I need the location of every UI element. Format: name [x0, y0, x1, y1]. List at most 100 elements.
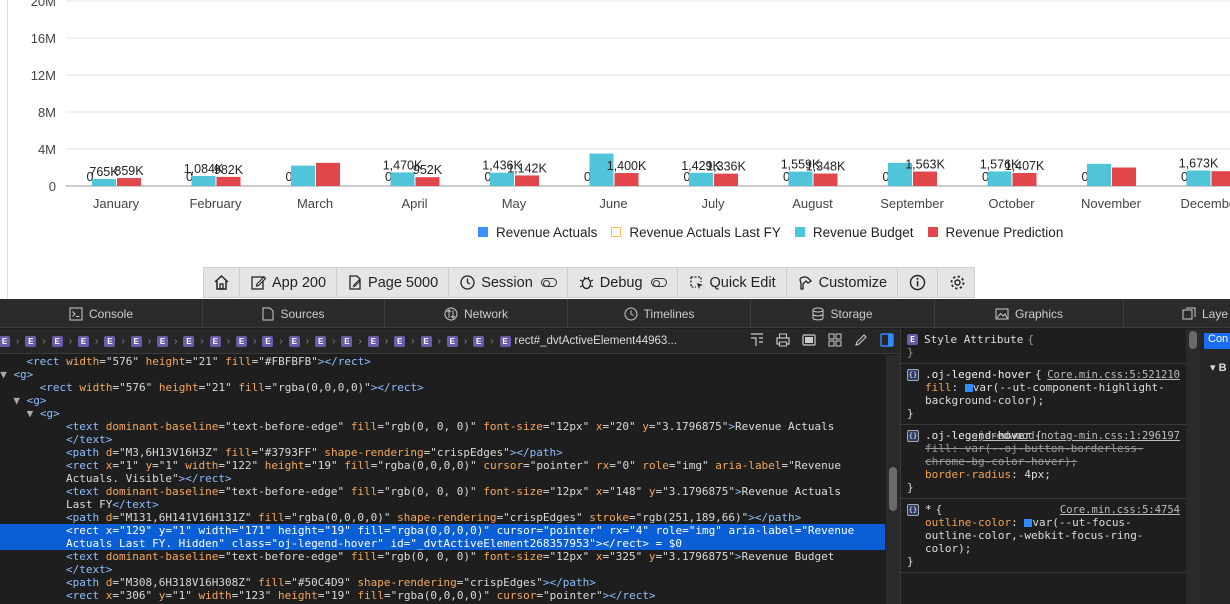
breadcrumb-element-icon[interactable]: E [78, 335, 90, 347]
computed-panel: Con ▾ B [1200, 329, 1230, 604]
print-icon[interactable] [776, 333, 790, 347]
home-button[interactable] [204, 268, 240, 297]
dom-node[interactable]: ▼ <g> [0, 394, 885, 407]
pencil-icon[interactable] [854, 333, 868, 347]
breadcrumb-element-icon[interactable]: E [130, 335, 142, 347]
dom-node[interactable]: <rect x="1" y="1" width="122" height="19… [0, 459, 885, 472]
brace-open: { [1027, 333, 1034, 346]
breadcrumb-element-icon[interactable]: E [25, 335, 37, 347]
page-button[interactable]: Page 5000 [337, 268, 450, 297]
debug-button[interactable]: Debug [568, 268, 678, 297]
dom-node[interactable]: Actuals. Visible"></rect> [0, 472, 885, 485]
scrollbar-thumb[interactable] [889, 467, 897, 511]
dom-node[interactable]: <path d="M308,6H318V16H308Z" fill="#50C4… [0, 576, 885, 589]
info-button[interactable] [898, 268, 939, 297]
app-button[interactable]: App 200 [240, 268, 338, 297]
dom-tree-scrollbar[interactable] [886, 355, 900, 604]
session-button[interactable]: Session [449, 268, 568, 297]
styles-scrollbar[interactable] [1186, 329, 1200, 604]
bar-revenue-prediction [1012, 172, 1037, 186]
dom-node[interactable]: <rect width="576" height="21" fill="rgba… [0, 381, 885, 394]
bar-revenue-budget [689, 172, 713, 186]
dom-node[interactable]: <text dominant-baseline="text-before-edg… [0, 485, 885, 498]
dom-node[interactable]: <rect width="576" height="21" fill="#FBF… [0, 355, 885, 368]
bar-revenue-prediction [216, 176, 241, 186]
data-label: 1,142K [507, 161, 547, 175]
rule-source-link[interactable]: oj-redwood-notag-min.css:1:296197 [971, 430, 1180, 442]
breadcrumb-element-icon[interactable]: E [367, 335, 379, 347]
tab-timelines[interactable]: Timelines [568, 299, 751, 328]
breadcrumb-element-icon[interactable]: E [157, 335, 169, 347]
data-label: 1,400K [607, 159, 647, 173]
disclosure-triangle-icon[interactable]: ▼ [27, 407, 40, 420]
css-property[interactable]: border-radius: 4px; [907, 468, 1180, 481]
dom-node-selected[interactable]: Actuals Last FY. Hidden" class="oj-legen… [0, 537, 885, 550]
rule-source-link[interactable]: Core.min.css:5:4754 [1060, 504, 1180, 516]
dom-node[interactable]: <text dominant-baseline="text-before-edg… [0, 420, 885, 433]
dom-node[interactable]: <path d="M3,6H13V16H3Z" fill="#3793FF" s… [0, 446, 885, 459]
css-property-overridden[interactable]: fill: var(--oj-button-borderless-chrome-… [907, 442, 1180, 468]
quick-edit-button[interactable]: Quick Edit [678, 268, 787, 297]
box-model-letter: B [1218, 362, 1227, 374]
breadcrumb-current[interactable]: rect#_dvtActiveElement44963... [515, 335, 677, 347]
dom-node[interactable]: Last FY</text> [0, 498, 885, 511]
legend-item-revenue-prediction[interactable]: Revenue Prediction [927, 222, 1063, 242]
breadcrumb-element-icon[interactable]: E [394, 335, 406, 347]
settings-button[interactable] [938, 268, 977, 297]
rule-source-link[interactable]: Core.min.css:5:521210 [1047, 369, 1180, 381]
legend-item-revenue-budget[interactable]: Revenue Budget [794, 222, 914, 242]
dom-node[interactable]: ▼ <g> [0, 368, 885, 381]
disclosure-triangle-icon[interactable]: ▼ [0, 368, 13, 381]
dom-node[interactable]: ▼ <g> [0, 407, 885, 420]
tab-layers[interactable]: Laye [1124, 299, 1230, 328]
brace-close: } [907, 555, 914, 568]
tab-console[interactable]: Console [0, 299, 203, 328]
dom-node[interactable]: <text dominant-baseline="text-before-edg… [0, 550, 885, 563]
css-property[interactable]: outline-color: var(--ut-focus-outline-co… [907, 516, 1180, 555]
tab-storage[interactable]: Storage [751, 299, 935, 328]
breadcrumb-element-icon[interactable]: E [420, 335, 432, 347]
property-name: border-radius [925, 468, 1012, 481]
breadcrumb-element-icon[interactable]: E [51, 335, 63, 347]
disclosure-triangle-icon[interactable]: ▼ [13, 394, 26, 407]
breadcrumb-element-icon[interactable]: E [446, 335, 458, 347]
style-attribute-rule[interactable]: E Style Attribute{ } [901, 329, 1186, 364]
debug-label: Debug [599, 274, 643, 291]
dom-node[interactable]: </text> [0, 433, 885, 446]
breadcrumb-element-icon[interactable]: E [315, 335, 327, 347]
box-model-label[interactable]: ▾ B [1210, 361, 1227, 374]
breadcrumb-element-icon[interactable]: E [473, 335, 485, 347]
breadcrumb-element-icon[interactable]: E [288, 335, 300, 347]
dom-node[interactable]: <path d="M131,6H141V16H131Z" fill="rgba(… [0, 511, 885, 524]
dom-node[interactable]: <rect x="306" y="1" width="123" height="… [0, 589, 885, 602]
breadcrumb-element-icon[interactable]: E [209, 335, 221, 347]
breadcrumb-element-icon[interactable]: E [104, 335, 116, 347]
tab-network[interactable]: Network [385, 299, 568, 328]
breadcrumb-element-icon[interactable]: E [341, 335, 353, 347]
computed-tab-button[interactable]: Con [1204, 333, 1230, 349]
legend-item-revenue-actuals[interactable]: Revenue Actuals [478, 222, 597, 242]
dom-node-selected[interactable]: <rect x="129" y="1" width="171" height="… [0, 524, 885, 537]
dom-node[interactable]: </text> [0, 563, 885, 576]
breadcrumb-element-icon[interactable]: E [236, 335, 248, 347]
breadcrumb-element-icon[interactable]: E [183, 335, 195, 347]
breadcrumb-element-icon[interactable]: E [262, 335, 274, 347]
layout-icon[interactable] [750, 333, 764, 347]
property-value: var(--ut-component-highlight-background-… [925, 381, 1165, 407]
tab-sources[interactable]: Sources [203, 299, 385, 328]
css-property[interactable]: fill: var(--ut-component-highlight-backg… [907, 381, 1180, 407]
screen-icon[interactable] [802, 333, 816, 347]
breadcrumb-element-icon[interactable]: E [0, 335, 10, 347]
customize-button[interactable]: Customize [787, 268, 899, 297]
grid-icon[interactable] [828, 333, 842, 347]
sidebar-toggle-icon[interactable] [880, 333, 894, 347]
x-tick-label: February [189, 196, 242, 211]
legend-item-revenue-actuals-last-fy[interactable]: Revenue Actuals Last FY [611, 222, 781, 242]
tab-graphics[interactable]: Graphics [935, 299, 1124, 328]
css-rule-legend-hover-redwood[interactable]: {} .oj-legend-hover{ oj-redwood-notag-min… [901, 425, 1186, 499]
scrollbar-thumb[interactable] [1189, 331, 1197, 349]
css-rule-universal[interactable]: {} *{ Core.min.css:5:4754 outline-color: … [901, 499, 1186, 573]
debug-toggle-icon[interactable] [650, 278, 667, 287]
session-toggle-icon[interactable] [540, 278, 557, 287]
css-rule-legend-hover[interactable]: {} .oj-legend-hover{ Core.min.css:5:52121… [901, 364, 1186, 425]
